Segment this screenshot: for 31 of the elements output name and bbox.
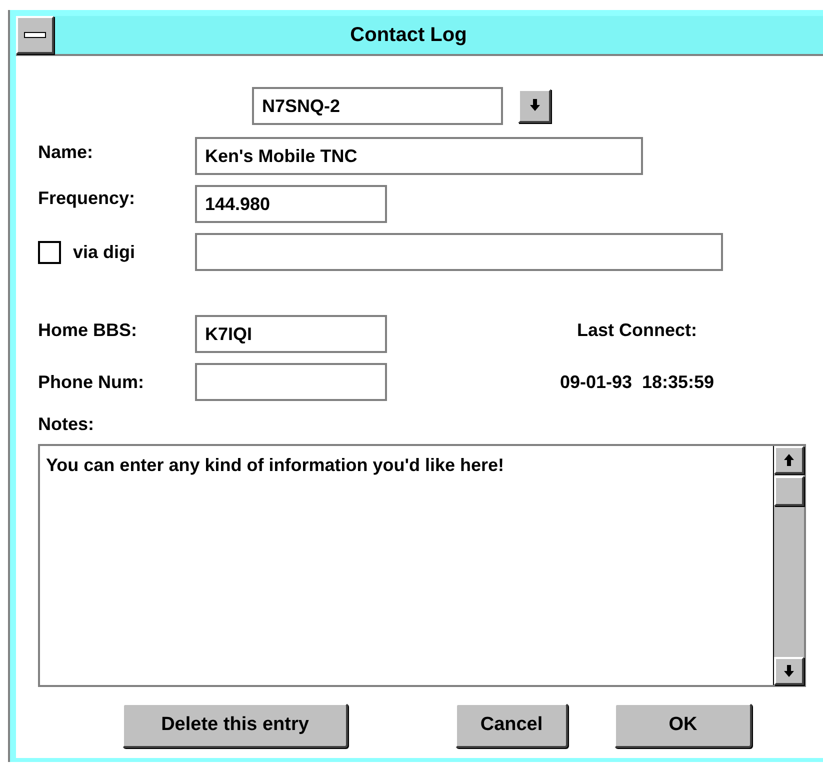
phone-num-label: Phone Num:	[38, 371, 145, 394]
name-field[interactable]: Ken's Mobile TNC	[195, 137, 643, 175]
station-combo-field[interactable]: N7SNQ-2	[252, 87, 503, 125]
minus-bar-icon	[24, 32, 46, 38]
notes-text: You can enter any kind of information you'd like here!	[45, 454, 506, 477]
scroll-up-button[interactable]	[774, 446, 804, 474]
dropdown-button[interactable]	[518, 89, 551, 123]
frequency-label: Frequency:	[38, 187, 136, 210]
last-connect-label: Last Connect:	[576, 319, 697, 342]
notes-field[interactable]: You can enter any kind of information you'd like here!	[38, 444, 806, 687]
up-arrow-icon	[783, 454, 795, 466]
scroll-down-button[interactable]	[774, 657, 804, 685]
home-bbs-field[interactable]: K7IQI	[195, 315, 387, 353]
phone-num-field[interactable]	[195, 363, 387, 401]
via-digi-label: via digi	[73, 240, 136, 264]
vertical-scrollbar[interactable]	[773, 446, 804, 685]
cancel-button[interactable]: Cancel	[455, 703, 568, 748]
down-arrow-icon	[528, 99, 540, 113]
scroll-thumb[interactable]	[774, 476, 804, 506]
last-connect-time: 09-01-93 18:35:59	[560, 371, 714, 394]
window-title: Contact Log	[350, 23, 467, 48]
name-label: Name:	[38, 141, 94, 164]
system-menu-button[interactable]	[16, 16, 54, 54]
digi-path-field[interactable]	[195, 233, 723, 271]
via-digi-checkbox[interactable]	[38, 240, 61, 264]
down-arrow-icon	[783, 665, 795, 677]
notes-label: Notes:	[38, 413, 96, 436]
ok-button[interactable]: OK	[614, 703, 752, 748]
frequency-field[interactable]: 144.980	[195, 185, 387, 223]
home-bbs-label: Home BBS:	[38, 319, 138, 342]
delete-button[interactable]: Delete this entry	[122, 703, 348, 748]
